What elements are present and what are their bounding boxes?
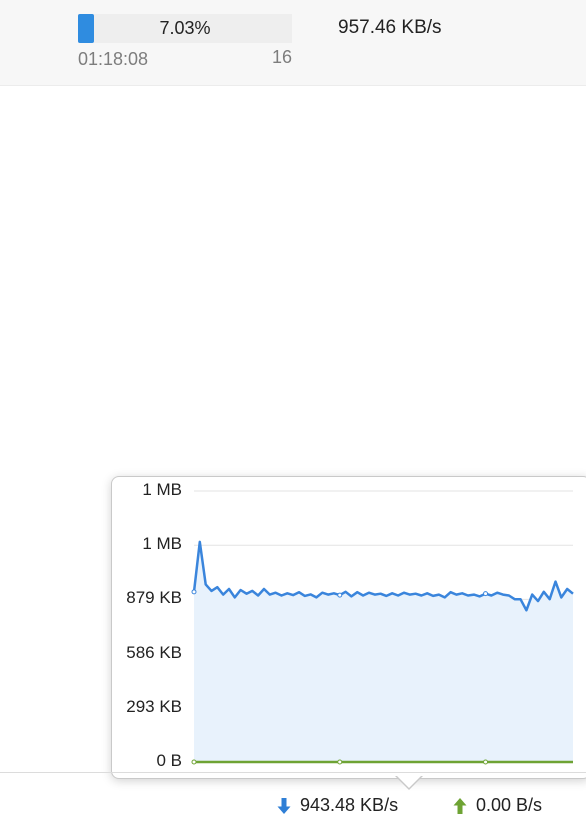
y-tick-label: 586 KB <box>126 642 182 662</box>
upload-point-marker <box>191 759 197 765</box>
upload-speed-indicator[interactable]: 0.00 B/s <box>452 795 542 816</box>
speed-graph <box>191 490 574 765</box>
y-tick-label: 0 B <box>156 751 182 770</box>
y-tick-label: 293 KB <box>126 696 182 716</box>
popup-pointer-inner <box>396 775 422 788</box>
y-tick-label: 879 KB <box>126 588 182 608</box>
y-tick-label: 1 MB <box>142 480 182 499</box>
upload-point-marker <box>337 759 343 765</box>
download-point-marker <box>483 591 489 597</box>
upload-speed: 0.00 B/s <box>476 795 543 815</box>
status-bar-divider <box>0 772 586 773</box>
y-tick-label: 1 MB <box>142 534 182 554</box>
download-series-area <box>194 541 573 762</box>
download-point-marker <box>191 589 197 595</box>
arrow-up-icon <box>453 797 467 814</box>
download-speed: 943.48 KB/s <box>300 795 399 815</box>
download-speed-indicator[interactable]: 943.48 KB/s <box>276 795 398 816</box>
upload-point-marker <box>483 759 489 765</box>
download-point-marker <box>337 592 343 598</box>
arrow-down-icon <box>277 797 291 814</box>
